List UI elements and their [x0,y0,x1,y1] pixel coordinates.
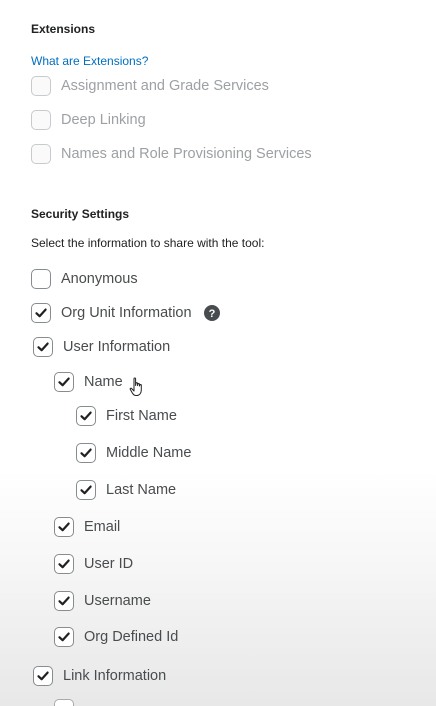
deep-linking-label: Deep Linking [61,112,146,128]
username-label: Username [84,593,151,609]
username-checkbox[interactable] [54,591,74,611]
checkmark-icon [58,377,70,387]
checkbox-row-last-name: Last Name [76,478,176,502]
checkmark-icon [80,411,92,421]
checkmark-icon [37,671,49,681]
checkbox-row-anonymous: Anonymous [31,267,138,291]
names-role-provisioning-checkbox[interactable] [31,144,51,164]
assignment-grade-services-label: Assignment and Grade Services [61,78,269,94]
user-information-label: User Information [63,339,171,355]
checkbox-row-org-defined-id: Org Defined Id [54,625,178,649]
first-name-label: First Name [106,408,177,424]
name-label: Name [84,374,123,390]
checkbox-row-assignment-grade-services: Assignment and Grade Services [31,74,269,98]
anonymous-checkbox[interactable] [31,269,51,289]
checkmark-icon [37,342,49,352]
security-settings-heading: Security Settings [31,207,130,221]
first-name-checkbox[interactable] [76,406,96,426]
email-label: Email [84,519,121,535]
checkbox-row-deep-linking: Deep Linking [31,108,146,132]
checkbox-row-names-role-provisioning: Names and Role Provisioning Services [31,142,312,166]
checkmark-icon [58,632,70,642]
svg-text:?: ? [208,308,215,320]
name-checkbox[interactable] [54,372,74,392]
checkmark-icon [58,522,70,532]
user-information-checkbox[interactable] [33,337,53,357]
last-name-checkbox[interactable] [76,480,96,500]
checkbox-row-org-unit-information: Org Unit Information ? [31,301,220,325]
what-are-extensions-link[interactable]: What are Extensions? [31,54,148,68]
middle-name-checkbox[interactable] [76,443,96,463]
deep-linking-checkbox[interactable] [31,110,51,130]
question-circle-icon[interactable]: ? [203,305,220,321]
next-checkbox-partial[interactable] [54,699,74,706]
checkbox-row-email: Email [54,515,120,539]
checkbox-row-middle-name: Middle Name [76,441,191,465]
checkbox-row-user-id: User ID [54,552,133,576]
checkmark-icon [58,596,70,606]
checkbox-row-first-name: First Name [76,404,177,428]
checkmark-icon [58,559,70,569]
checkbox-row-name: Name [54,370,123,394]
checkbox-row-username: Username [54,589,151,613]
org-unit-information-label: Org Unit Information [61,305,192,321]
link-information-checkbox[interactable] [33,666,53,686]
hand-pointer-cursor-icon [129,377,142,396]
checkbox-row-link-information: Link Information [33,664,166,688]
extensions-heading: Extensions [31,22,96,36]
names-role-provisioning-label: Names and Role Provisioning Services [61,146,312,162]
user-id-checkbox[interactable] [54,554,74,574]
checkmark-icon [35,308,47,318]
security-helper-text: Select the information to share with the… [31,236,265,250]
middle-name-label: Middle Name [106,445,192,461]
checkmark-icon [80,448,92,458]
email-checkbox[interactable] [54,517,74,537]
org-defined-id-label: Org Defined Id [84,629,179,645]
anonymous-label: Anonymous [61,271,138,287]
org-defined-id-checkbox[interactable] [54,627,74,647]
org-unit-information-checkbox[interactable] [31,303,51,323]
user-id-label: User ID [84,556,134,572]
checkmark-icon [80,485,92,495]
last-name-label: Last Name [106,482,177,498]
checkbox-row-user-information: User Information [33,335,170,359]
link-information-label: Link Information [63,668,167,684]
assignment-grade-services-checkbox[interactable] [31,76,51,96]
